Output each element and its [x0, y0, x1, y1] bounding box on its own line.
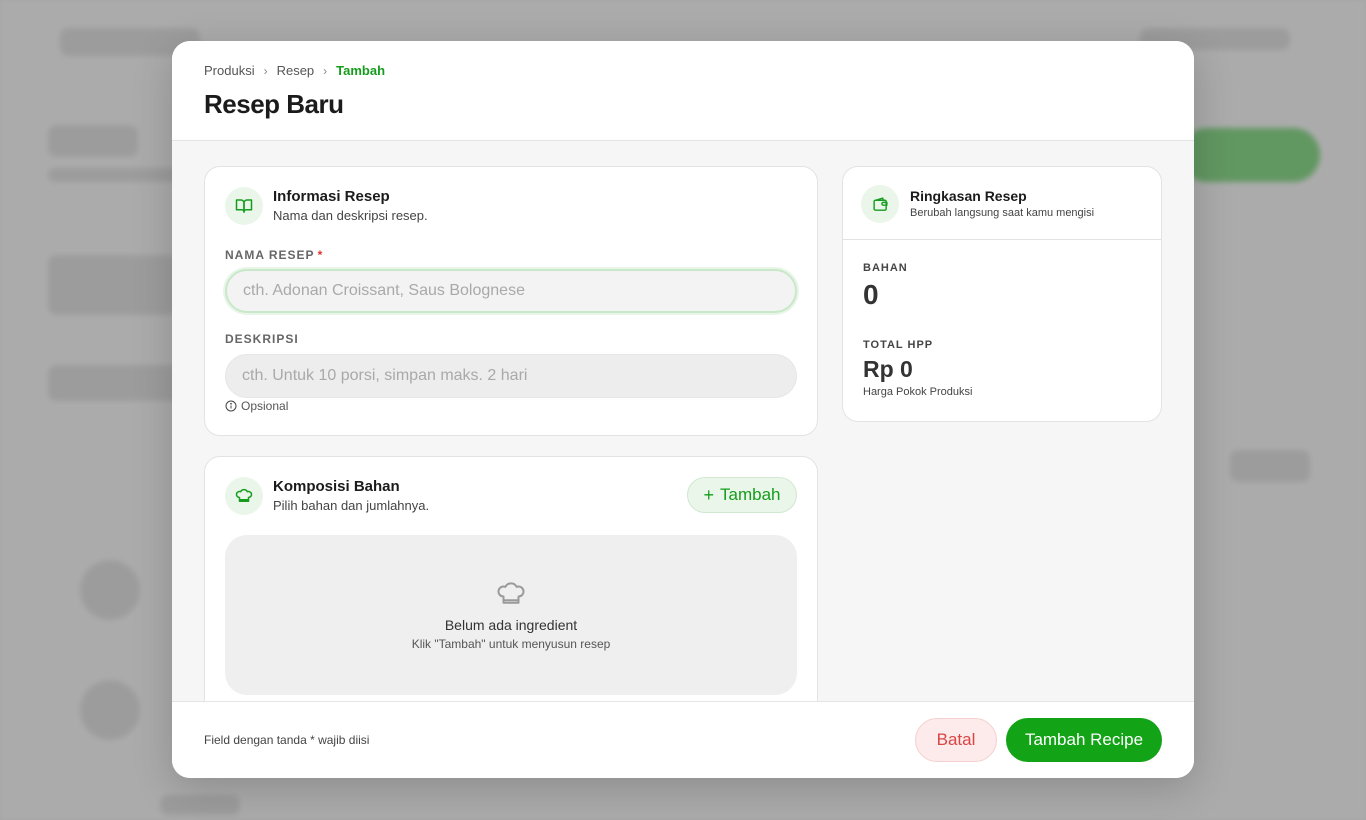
description-input[interactable]: cth. Untuk 10 porsi, simpan maks. 2 hari: [225, 354, 797, 398]
bahan-label: BAHAN: [863, 262, 908, 274]
card-subtitle: Pilih bahan dan jumlahnya.: [273, 498, 430, 513]
breadcrumb-resep[interactable]: Resep: [277, 63, 315, 78]
info-icon: [225, 400, 237, 412]
page-title: Resep Baru: [204, 89, 344, 119]
required-mark: *: [317, 248, 324, 262]
breadcrumb-produksi[interactable]: Produksi: [204, 63, 255, 78]
card-title: Komposisi Bahan: [273, 478, 400, 495]
card-subtitle: Nama dan deskripsi resep.: [273, 208, 428, 223]
breadcrumb-tambah: Tambah: [336, 63, 386, 78]
name-label: NAMA RESEP *: [225, 248, 324, 262]
recipe-name-input[interactable]: cth. Adonan Croissant, Saus Bolognese: [225, 269, 797, 313]
cancel-button[interactable]: Batal: [915, 718, 997, 762]
optional-hint: Opsional: [225, 399, 288, 413]
modal-header: Produksi › Resep › Tambah Resep Baru: [172, 41, 1194, 141]
divider: [843, 239, 1161, 240]
modal-footer: Field dengan tanda * wajib diisi Batal T…: [172, 701, 1194, 778]
open-book-icon: [225, 187, 263, 225]
empty-ingredients-state: Belum ada ingredient Klik "Tambah" untuk…: [225, 535, 797, 695]
add-ingredient-button[interactable]: + Tambah: [687, 477, 797, 513]
hpp-note: Harga Pokok Produksi: [863, 386, 973, 398]
empty-subtitle: Klik "Tambah" untuk menyusun resep: [411, 637, 611, 651]
plus-icon: +: [703, 484, 715, 505]
new-recipe-modal: Produksi › Resep › Tambah Resep Baru Inf…: [172, 41, 1194, 778]
card-subtitle: Berubah langsung saat kamu mengisi: [910, 207, 1095, 219]
recipe-info-card: Informasi Resep Nama dan deskripsi resep…: [204, 166, 818, 436]
required-note: Field dengan tanda * wajib diisi: [204, 733, 370, 747]
bahan-count: 0: [863, 279, 879, 310]
chevron-right-icon: ›: [323, 63, 328, 78]
total-hpp-label: TOTAL HPP: [863, 339, 934, 351]
breadcrumb: Produksi › Resep › Tambah: [204, 63, 385, 78]
chevron-right-icon: ›: [263, 63, 268, 78]
empty-title: Belum ada ingredient: [444, 617, 578, 633]
card-title: Ringkasan Resep: [910, 188, 1027, 204]
chef-hat-icon: [225, 477, 263, 515]
description-label: DESKRIPSI: [225, 332, 299, 346]
card-title: Informasi Resep: [273, 188, 390, 205]
summary-card: Ringkasan Resep Berubah langsung saat ka…: [842, 166, 1162, 422]
wallet-icon: [861, 185, 899, 223]
chef-hat-icon: [497, 582, 525, 604]
submit-recipe-button[interactable]: Tambah Recipe: [1006, 718, 1162, 762]
total-hpp-value: Rp 0: [863, 356, 913, 382]
